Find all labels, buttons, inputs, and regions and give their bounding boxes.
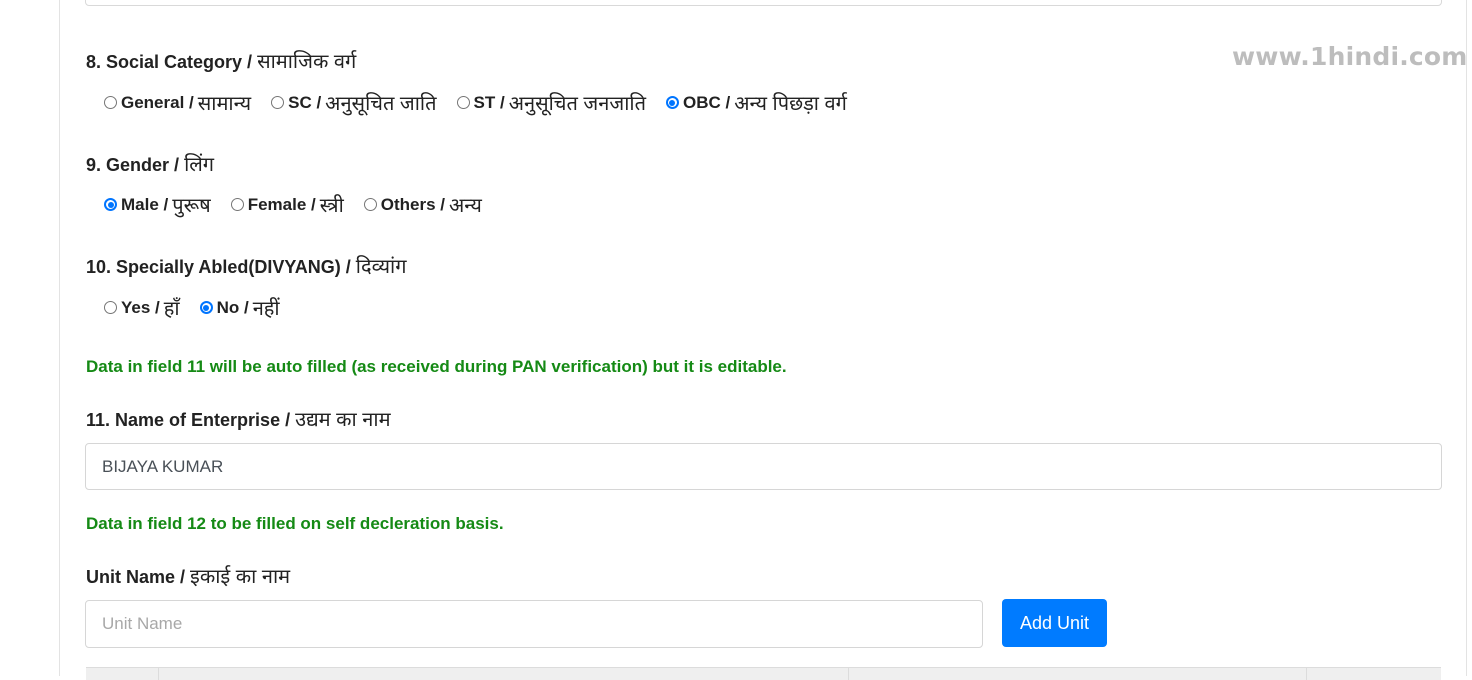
page-right-border bbox=[1466, 0, 1467, 676]
divyang-label: 10. Specially Abled(DIVYANG) / दिव्यांग bbox=[86, 252, 406, 279]
radio-label-en: ST / bbox=[473, 92, 505, 112]
radio-label-hi: नहीं bbox=[252, 298, 280, 320]
radio-male-input[interactable] bbox=[104, 198, 117, 211]
radio-general-input[interactable] bbox=[104, 96, 117, 109]
previous-field-input[interactable] bbox=[85, 0, 1442, 6]
gender-radio-group: Male / पुरूष Female / स्त्री Others / अन… bbox=[104, 191, 502, 218]
table-header-cell bbox=[159, 668, 849, 680]
radio-label-hi: अन्य bbox=[449, 195, 482, 217]
radio-st-input[interactable] bbox=[456, 96, 470, 109]
page-left-border bbox=[59, 0, 60, 676]
radio-obc[interactable]: OBC / अन्य पिछड़ा वर्ग bbox=[665, 89, 847, 116]
social-category-radio-group: General / सामान्य SC / अनुसूचित जाति ST … bbox=[104, 89, 867, 116]
gender-label: 9. Gender / लिंग bbox=[86, 150, 214, 177]
enterprise-name-input[interactable] bbox=[85, 443, 1442, 490]
radio-label-en: Others / bbox=[380, 194, 446, 214]
radio-label-hi: अन्य पिछड़ा वर्ग bbox=[734, 93, 847, 115]
radio-label-en: General / bbox=[121, 92, 194, 112]
radio-sc[interactable]: SC / अनुसूचित जाति bbox=[271, 89, 437, 116]
table-header-cell bbox=[849, 668, 1307, 680]
radio-label-en: SC / bbox=[288, 92, 322, 112]
radio-others[interactable]: Others / अन्य bbox=[363, 191, 482, 218]
social-category-label-en: 8. Social Category / bbox=[86, 52, 253, 72]
gender-label-hi: लिंग bbox=[184, 154, 215, 176]
radio-label-en: No / bbox=[216, 297, 249, 317]
table-header-cell bbox=[1307, 668, 1441, 680]
radio-label-hi: सामान्य bbox=[197, 93, 252, 115]
radio-st[interactable]: ST / अनुसूचित जनजाति bbox=[456, 89, 646, 116]
divyang-label-hi: दिव्यांग bbox=[355, 256, 407, 278]
units-table-header bbox=[86, 667, 1441, 680]
social-category-label-hi: सामाजिक वर्ग bbox=[257, 51, 357, 73]
radio-label-hi: स्त्री bbox=[319, 195, 344, 217]
radio-sc-input[interactable] bbox=[271, 96, 285, 109]
unit-name-label: Unit Name / इकाई का नाम bbox=[86, 562, 290, 589]
unit-name-input[interactable] bbox=[85, 600, 983, 648]
enterprise-name-label-en: 11. Name of Enterprise / bbox=[86, 410, 291, 430]
watermark: www.1hindi.com bbox=[1232, 42, 1468, 71]
enterprise-name-label-hi: उद्यम का नाम bbox=[295, 409, 391, 431]
radio-female-input[interactable] bbox=[230, 198, 244, 211]
divyang-label-en: 10. Specially Abled(DIVYANG) / bbox=[86, 257, 351, 277]
radio-label-en: Yes / bbox=[121, 297, 160, 317]
enterprise-name-label: 11. Name of Enterprise / उद्यम का नाम bbox=[86, 405, 391, 432]
radio-female[interactable]: Female / स्त्री bbox=[230, 191, 344, 218]
radio-male[interactable]: Male / पुरूष bbox=[104, 191, 211, 218]
radio-label-en: Male / bbox=[121, 194, 169, 214]
radio-label-hi: पुरूष bbox=[172, 195, 211, 217]
radio-general[interactable]: General / सामान्य bbox=[104, 89, 251, 116]
radio-label-en: OBC / bbox=[682, 92, 731, 112]
radio-label-hi: हाँ bbox=[163, 298, 180, 320]
radio-yes-input[interactable] bbox=[104, 301, 117, 314]
radio-others-input[interactable] bbox=[363, 198, 377, 211]
field-12-note: Data in field 12 to be filled on self de… bbox=[86, 514, 504, 533]
add-unit-button[interactable]: Add Unit bbox=[1002, 599, 1107, 647]
table-header-cell bbox=[86, 668, 159, 680]
gender-label-en: 9. Gender / bbox=[86, 155, 180, 175]
field-11-note: Data in field 11 will be auto filled (as… bbox=[86, 357, 787, 376]
social-category-label: 8. Social Category / सामाजिक वर्ग bbox=[86, 47, 356, 74]
radio-obc-input[interactable] bbox=[665, 96, 679, 109]
unit-name-label-hi: इकाई का नाम bbox=[190, 566, 291, 588]
radio-no-input[interactable] bbox=[199, 301, 213, 314]
radio-no[interactable]: No / नहीं bbox=[199, 294, 280, 321]
radio-label-hi: अनुसूचित जाति bbox=[325, 93, 437, 115]
radio-yes[interactable]: Yes / हाँ bbox=[104, 294, 180, 321]
divyang-radio-group: Yes / हाँ No / नहीं bbox=[104, 294, 300, 321]
radio-label-en: Female / bbox=[247, 194, 316, 214]
radio-label-hi: अनुसूचित जनजाति bbox=[508, 93, 646, 115]
unit-name-label-en: Unit Name / bbox=[86, 567, 186, 587]
